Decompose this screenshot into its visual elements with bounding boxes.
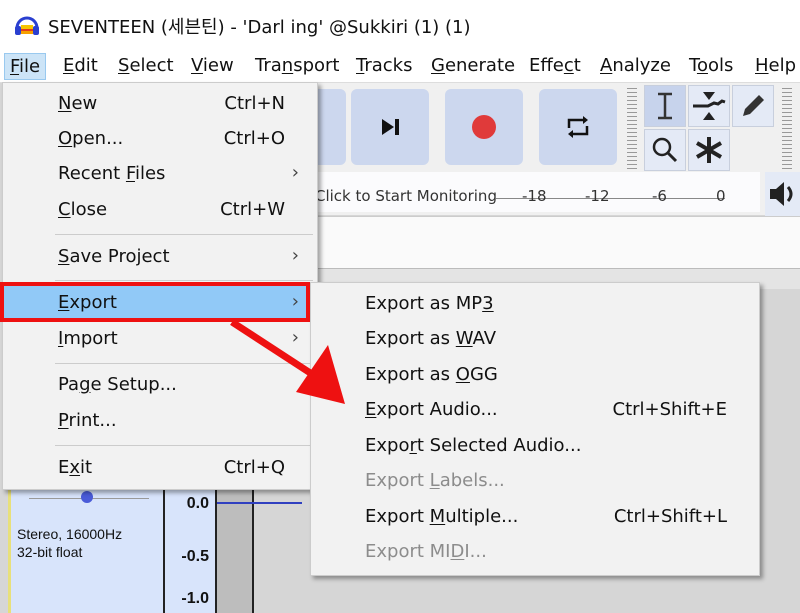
pan-slider-knob[interactable] [81,491,93,503]
menu-view[interactable]: View [186,53,239,78]
menu-item-print[interactable]: Print... [3,404,317,438]
menu-separator [55,445,313,446]
menu-item-save-project[interactable]: Save Project › [3,240,317,274]
menu-bar: File Edit Select View Transport Tracks G… [0,48,800,83]
menu-file[interactable]: File [4,53,47,80]
speaker-icon [770,182,793,206]
menu-item-export-wav[interactable]: Export as WAV [311,322,759,356]
skip-end-icon [382,119,399,135]
menu-item-import[interactable]: Import › [3,322,317,356]
track-control-panel: Stereo, 16000Hz 32-bit float [8,480,166,613]
multi-tool[interactable] [688,129,730,171]
shortcut: Ctrl+Shift+L [613,506,727,527]
audacity-headphones-icon [15,16,39,35]
menu-tools[interactable]: Tools [684,53,738,78]
amplitude-scale: 0.0 -0.5 -1.0 [163,480,217,613]
menu-separator [55,363,313,364]
timeline-area [300,216,800,269]
menu-edit[interactable]: Edit [58,53,103,78]
menu-item-close[interactable]: Close Ctrl+W [3,193,317,227]
menu-generate[interactable]: Generate [426,53,520,78]
menu-separator [55,280,313,281]
envelope-tool[interactable] [688,85,730,127]
asterisk-icon [695,137,723,163]
shortcut: Ctrl+W [220,199,285,220]
zoom-tool[interactable] [644,129,686,171]
record-icon [472,115,496,139]
chevron-right-icon: › [291,162,299,183]
chevron-right-icon: › [291,327,299,348]
meter-tick: -12 [585,187,610,205]
menu-item-open[interactable]: Open... Ctrl+O [3,122,317,156]
menu-item-export-midi: Export MIDI... [365,541,487,562]
magnifier-icon [652,137,678,163]
menu-separator [55,234,313,235]
shortcut: Ctrl+Shift+E [612,399,727,420]
export-submenu: Export as MP3 Export as WAV Export as OG… [310,282,760,576]
meter-tick: -6 [652,187,667,205]
shortcut: Ctrl+N [224,93,285,114]
menu-item-export-labels: Export Labels... [365,470,505,491]
skip-to-end-button[interactable] [351,89,429,165]
menu-item-export-selected-audio[interactable]: Export Selected Audio... [311,429,759,463]
menu-item-exit[interactable]: Exit Ctrl+Q [3,451,317,485]
menu-item-new[interactable]: New Ctrl+N [3,87,317,121]
meter-tick: -18 [522,187,547,205]
envelope-icon [693,92,726,120]
track-format: Stereo, 16000Hz [17,526,123,542]
scale-label: -1.0 [181,590,209,607]
menu-item-export-mp3[interactable]: Export as MP3 [311,287,759,321]
chevron-right-icon: › [291,245,299,266]
menu-select[interactable]: Select [113,53,179,78]
track-info: Stereo, 16000Hz 32-bit float [17,525,122,561]
shortcut: Ctrl+O [223,128,285,149]
menu-transport[interactable]: Transport [250,53,344,78]
toolbar-grip-2[interactable] [782,88,792,170]
selection-tool[interactable] [644,85,686,127]
recording-meter[interactable]: Click to Start Monitoring -18 -12 -6 0 [300,172,760,212]
meter-prompt[interactable]: Click to Start Monitoring [315,187,497,205]
draw-tool[interactable] [732,85,774,127]
shortcut: Ctrl+Q [223,457,285,478]
menu-item-recent-files[interactable]: Recent Files › [3,157,317,191]
annotation-highlight-box [0,282,310,322]
record-button[interactable] [445,89,523,165]
pencil-icon [743,95,764,116]
menu-item-export-multiple[interactable]: Export Multiple... Ctrl+Shift+L [311,500,759,534]
track-bit-depth: 32-bit float [17,544,83,560]
menu-item-export-ogg[interactable]: Export as OGG [311,358,759,392]
scale-label: -0.5 [181,548,209,565]
menu-tracks[interactable]: Tracks [351,53,418,78]
toolbar-grip[interactable] [627,88,637,170]
title-bar: SEVENTEEN (세븐틴) - 'Darl ing' @Sukkiri (1… [0,0,800,48]
loop-icon [567,116,589,138]
scale-label: 0.0 [186,495,209,512]
meter-tick: 0 [716,187,726,205]
waveform[interactable] [215,480,302,613]
menu-help[interactable]: Help [750,53,800,78]
menu-item-page-setup[interactable]: Page Setup... [3,368,317,402]
menu-item-export-audio[interactable]: Export Audio... Ctrl+Shift+E [311,393,759,427]
window-title: SEVENTEEN (세븐틴) - 'Darl ing' @Sukkiri (1… [48,17,471,38]
menu-analyze[interactable]: Analyze [595,53,676,78]
waveform-line [217,502,302,504]
i-beam-icon [658,92,672,120]
menu-effect[interactable]: Effect [524,53,586,78]
loop-button[interactable] [539,89,617,165]
playback-volume[interactable] [765,172,800,216]
